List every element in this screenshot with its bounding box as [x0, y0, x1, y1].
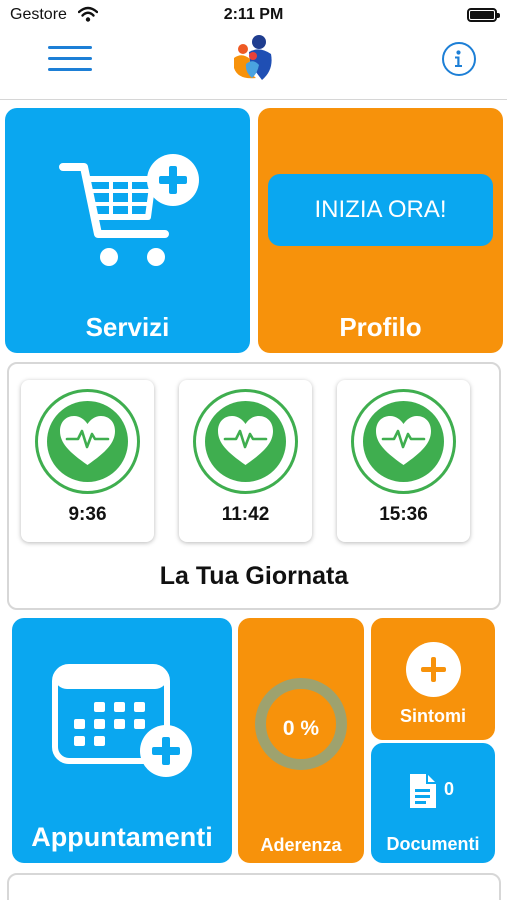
info-icon[interactable] — [442, 42, 476, 76]
heart-pulse-icon — [218, 416, 273, 465]
documenti-label: Documenti — [386, 834, 480, 854]
document-icon — [410, 774, 436, 808]
cart-plus-icon — [59, 154, 199, 266]
day-entry-card[interactable]: 15:36 — [337, 380, 470, 542]
calendar-plus-icon — [52, 664, 192, 777]
status-time: 2:11 PM — [223, 6, 284, 23]
nav-bar — [0, 30, 507, 100]
servizi-label: Servizi — [85, 312, 170, 342]
documenti-tile[interactable]: 0 Documenti — [371, 743, 495, 863]
hamburger-menu-icon[interactable] — [48, 46, 94, 74]
aderenza-label: Aderenza — [260, 835, 342, 855]
heart-pulse-icon — [376, 416, 431, 465]
adherence-value: 0 % — [282, 717, 320, 740]
servizi-tile[interactable]: Servizi — [5, 108, 250, 353]
battery-icon — [467, 8, 500, 22]
day-title: La Tua Giornata — [159, 562, 349, 590]
aderenza-tile[interactable]: 0 % Aderenza — [238, 618, 364, 863]
profilo-label: Profilo — [339, 312, 422, 342]
entry-time: 11:42 — [221, 504, 270, 525]
bottom-panel — [7, 873, 501, 900]
sintomi-tile[interactable]: Sintomi — [371, 618, 495, 740]
day-panel: 9:36 11:42 15:36 La Tua Giornata — [7, 362, 501, 610]
appuntamenti-label: Appuntamenti — [31, 822, 213, 852]
entry-time: 15:36 — [379, 504, 428, 525]
documenti-count: 0 — [444, 779, 455, 799]
appuntamenti-tile[interactable]: Appuntamenti — [12, 618, 232, 863]
status-bar: Gestore 2:11 PM — [0, 0, 507, 30]
heart-pulse-icon — [60, 416, 115, 465]
sintomi-label: Sintomi — [400, 706, 466, 726]
entry-time: 9:36 — [68, 504, 107, 525]
day-entry-card[interactable]: 9:36 — [21, 380, 154, 542]
app-logo — [234, 35, 272, 80]
day-entry-card[interactable]: 11:42 — [179, 380, 312, 542]
plus-circle-icon — [406, 642, 461, 697]
inizia-ora-button[interactable]: INIZIA ORA! — [268, 174, 493, 246]
